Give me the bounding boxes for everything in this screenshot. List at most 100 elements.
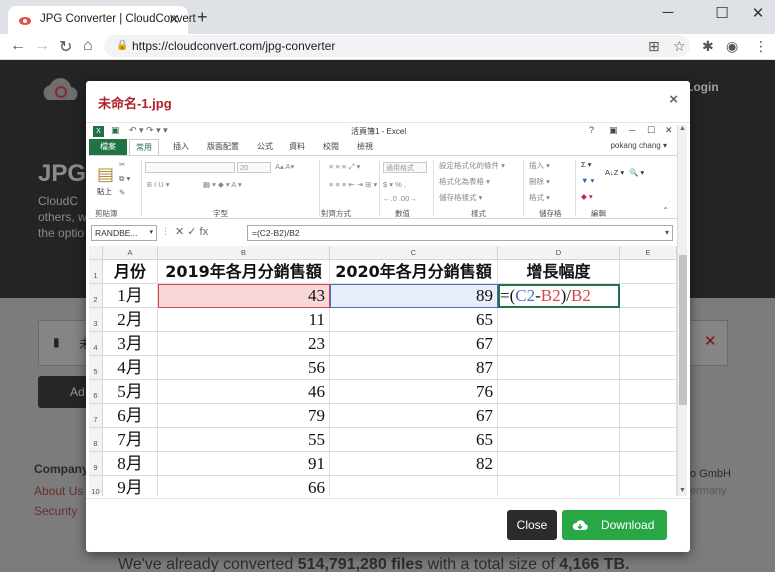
column-header-d: D bbox=[498, 246, 620, 260]
excel-tab-view: 檢視 bbox=[357, 142, 373, 151]
new-tab-button[interactable]: + bbox=[197, 7, 208, 28]
excel-vertical-scrollbar: ▲ ▼ bbox=[677, 125, 687, 496]
number-format-value: 通用格式 bbox=[386, 165, 414, 172]
month-cell: 9月 bbox=[103, 476, 158, 496]
window-close-button[interactable]: ✕ bbox=[738, 4, 775, 22]
paste-icon: ▤ bbox=[97, 164, 115, 184]
scroll-up-icon: ▲ bbox=[679, 125, 686, 132]
tab-close-icon[interactable]: ✕ bbox=[168, 11, 180, 28]
excel-user: pokang chang ▾ bbox=[610, 141, 667, 150]
bookmark-star-icon[interactable]: ☆ bbox=[673, 38, 686, 55]
spreadsheet-cell bbox=[498, 356, 620, 380]
remove-file-icon[interactable]: ✕ bbox=[704, 332, 717, 350]
sales-2020-cell: 67 bbox=[330, 404, 498, 428]
row-header: 10 bbox=[89, 476, 103, 496]
close-button[interactable]: Close bbox=[507, 510, 557, 540]
excel-titlebar: X ▣ ↶ ▾ ↷ ▾ ▾ 活頁簿1 - Excel ? ▣ ─ ☐ ✕ bbox=[89, 125, 677, 139]
font-size-value: 20 bbox=[240, 163, 249, 172]
name-box: RANDBE... ▾ bbox=[91, 225, 157, 241]
company-name: o GmbH bbox=[690, 468, 731, 480]
scroll-down-icon: ▼ bbox=[679, 487, 686, 494]
home-icon[interactable]: ⌂ bbox=[83, 37, 93, 55]
menu-icon[interactable]: ⋮ bbox=[754, 38, 768, 55]
spreadsheet-cell bbox=[498, 380, 620, 404]
spreadsheet-cell bbox=[620, 284, 677, 308]
excel-tab-file: 檔案 bbox=[89, 139, 127, 155]
footer-link-about[interactable]: About Us bbox=[34, 484, 83, 498]
footer-link-security[interactable]: Security bbox=[34, 504, 77, 518]
footer-company-heading: Company bbox=[34, 462, 89, 476]
font-size-box: 20 bbox=[237, 162, 271, 173]
month-cell: 6月 bbox=[103, 404, 158, 428]
spreadsheet-cell bbox=[620, 476, 677, 496]
excel-tab-data: 資料 bbox=[289, 142, 305, 151]
forward-icon[interactable]: → bbox=[34, 37, 50, 55]
sales-2020-cell bbox=[330, 476, 498, 496]
align-top-buttons: ≡ ≡ ≡ ⤢ ▾ bbox=[329, 162, 361, 171]
fill-button: ▼ ▾ bbox=[581, 176, 595, 185]
reload-icon[interactable]: ↻ bbox=[59, 37, 72, 57]
expand-formula-icon: ▾ bbox=[664, 228, 669, 237]
download-label: Download bbox=[601, 518, 655, 532]
address-bar[interactable]: 🔒 https://cloudconvert.com/jpg-converter bbox=[104, 35, 690, 57]
cond-format-button: 設定格式化的條件 ▾ bbox=[439, 161, 505, 170]
select-all-corner bbox=[89, 246, 103, 260]
maximize-button[interactable]: ☐ bbox=[702, 4, 742, 22]
ribbon-separator bbox=[523, 160, 524, 216]
download-button[interactable]: Download bbox=[562, 510, 667, 540]
header-cell: 2019年各月分銷售額 bbox=[158, 260, 330, 284]
spreadsheet-cell bbox=[620, 356, 677, 380]
hero-line-1: CloudC bbox=[38, 194, 79, 208]
excel-tab-formulas: 公式 bbox=[257, 142, 273, 151]
formula-ref-b2: B2 bbox=[540, 286, 561, 305]
back-icon[interactable]: ← bbox=[10, 37, 26, 55]
format-cells-button: 格式 ▾ bbox=[529, 193, 550, 202]
spreadsheet-cell bbox=[498, 404, 620, 428]
delete-cells-button: 刪除 ▾ bbox=[529, 177, 550, 186]
minimize-button[interactable]: ─ bbox=[648, 4, 688, 21]
group-label-styles: 樣式 bbox=[471, 209, 486, 218]
sales-2020-cell: 67 bbox=[330, 332, 498, 356]
stats-prefix: We've already converted bbox=[118, 556, 298, 572]
browser-tab[interactable]: JPG Converter | CloudConvert ✕ bbox=[8, 6, 196, 34]
login-link[interactable]: Login bbox=[686, 80, 719, 94]
ribbon-separator bbox=[319, 160, 320, 216]
company-country: ermany bbox=[690, 485, 727, 497]
month-cell: 7月 bbox=[103, 428, 158, 452]
excel-tab-layout: 版面配置 bbox=[207, 142, 239, 151]
translate-icon[interactable]: ⊞ bbox=[648, 38, 660, 55]
spreadsheet-cell bbox=[620, 308, 677, 332]
month-cell: 8月 bbox=[103, 452, 158, 476]
excel-save-icon: ▣ bbox=[111, 125, 120, 135]
column-header-c: C bbox=[330, 246, 498, 260]
formula-text: =(C2-B2)/B2 bbox=[252, 228, 300, 238]
browser-tabstrip: JPG Converter | CloudConvert ✕ + ─ ☐ ✕ bbox=[0, 0, 775, 34]
row-header: 3 bbox=[89, 308, 103, 332]
spreadsheet-cell bbox=[620, 380, 677, 404]
group-label-clipboard: 剪貼簿 bbox=[95, 209, 118, 218]
sales-2020-cell: 82 bbox=[330, 452, 498, 476]
spreadsheet-cell bbox=[620, 404, 677, 428]
profile-avatar[interactable]: ◉ bbox=[726, 38, 738, 55]
find-button: 🔍 ▾ bbox=[629, 168, 645, 177]
table-format-button: 格式化為表格 ▾ bbox=[439, 177, 490, 186]
modal-close-icon[interactable]: × bbox=[669, 91, 678, 108]
decimal-buttons: ←.0 .00→ bbox=[383, 194, 417, 203]
sales-2020-cell: 87 bbox=[330, 356, 498, 380]
browser-toolbar: ← → ↻ ⌂ 🔒 https://cloudconvert.com/jpg-c… bbox=[0, 34, 775, 60]
excel-preview-image: X ▣ ↶ ▾ ↷ ▾ ▾ 活頁簿1 - Excel ? ▣ ─ ☐ ✕ 檔案 … bbox=[89, 125, 687, 496]
sort-filter-button: A↓Z ▾ bbox=[605, 168, 625, 177]
modal-footer: Close Download bbox=[86, 498, 690, 552]
row-header: 6 bbox=[89, 380, 103, 404]
spreadsheet-cell bbox=[620, 428, 677, 452]
spreadsheet-cell bbox=[498, 308, 620, 332]
align-buttons: ≡ ≡ ≡ ⇤ ⇥ ⊞ ▾ bbox=[329, 180, 378, 189]
sales-2019-cell: 55 bbox=[158, 428, 330, 452]
excel-tab-review: 校閱 bbox=[323, 142, 339, 151]
sales-2019-cell: 43 bbox=[158, 284, 330, 308]
stats-line: We've already converted 514,791,280 file… bbox=[118, 556, 630, 572]
group-label-cells: 儲存格 bbox=[539, 209, 562, 218]
font-name-box bbox=[145, 162, 235, 173]
extensions-icon[interactable]: ✱ bbox=[702, 38, 714, 55]
spreadsheet-cell bbox=[498, 332, 620, 356]
